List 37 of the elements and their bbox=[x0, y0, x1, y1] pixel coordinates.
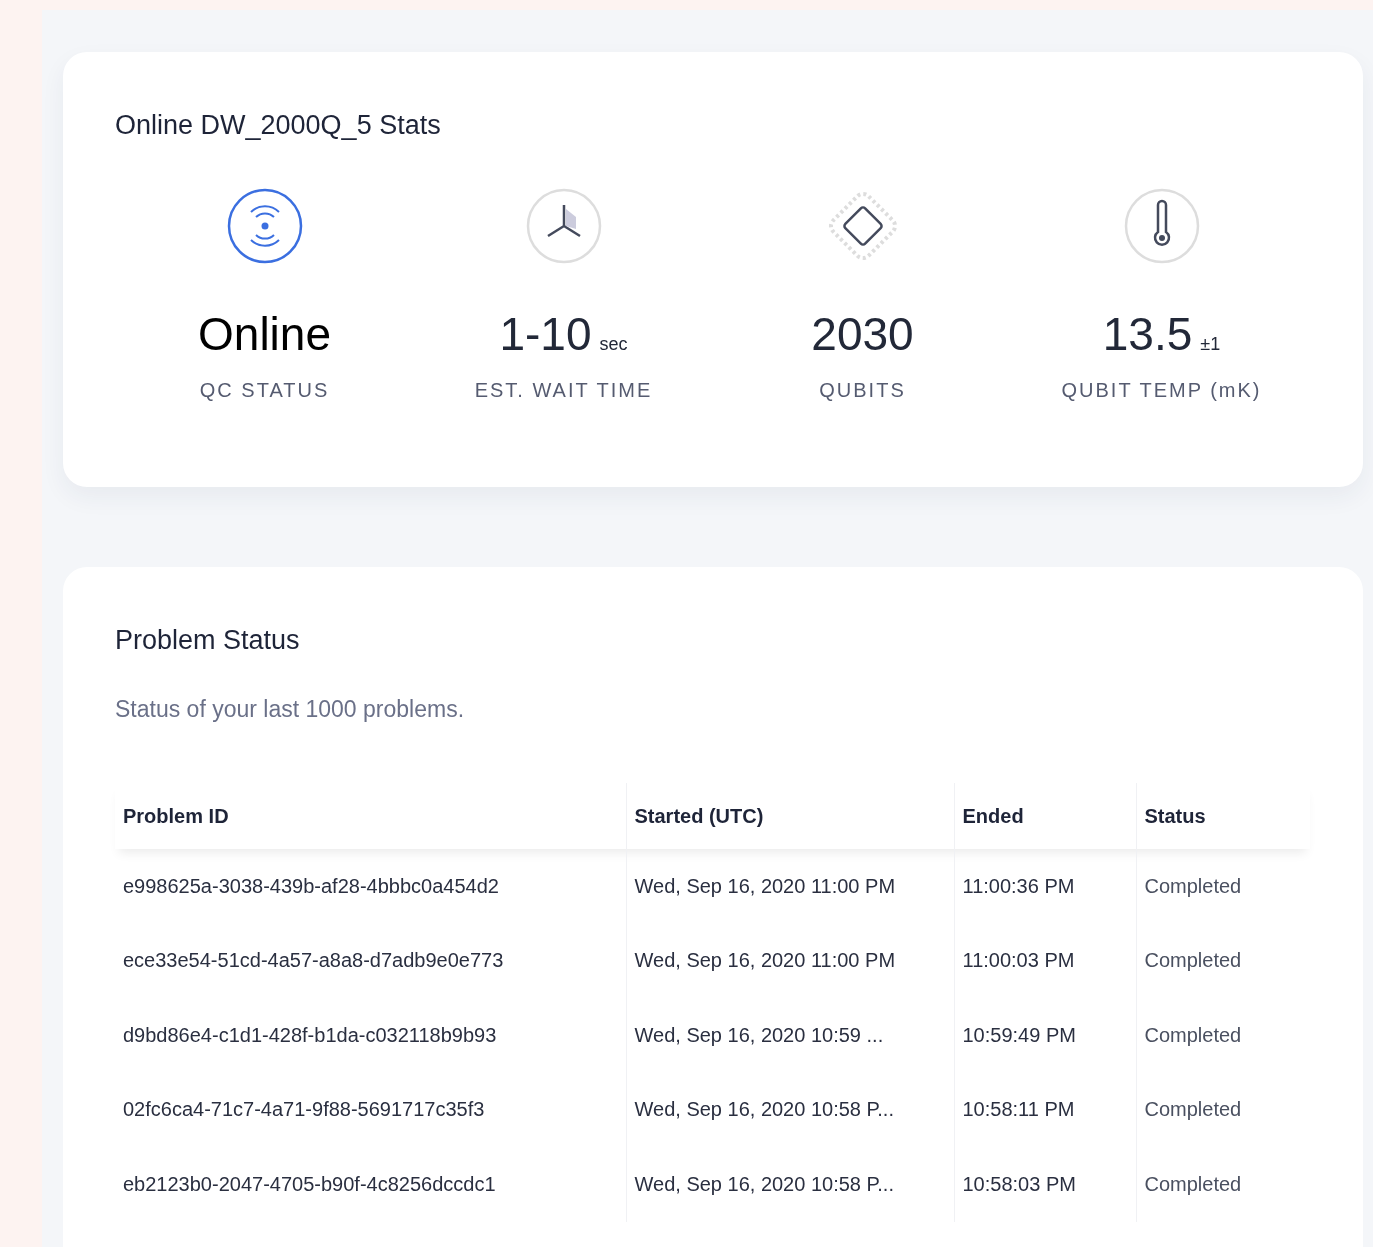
table-cell: Wed, Sep 16, 2020 10:58 P... bbox=[626, 1147, 954, 1222]
card-subtitle: Status of your last 1000 problems. bbox=[115, 696, 466, 723]
card-title: Online DW_2000Q_5 Stats bbox=[115, 110, 442, 141]
card-title: Problem Status bbox=[115, 625, 301, 656]
stat-label: QUBITS bbox=[819, 379, 906, 402]
table-cell: Completed bbox=[1136, 1072, 1310, 1147]
table-cell: Wed, Sep 16, 2020 11:00 PM bbox=[626, 849, 954, 924]
column-header[interactable]: Problem ID bbox=[115, 783, 626, 849]
table-cell: Completed bbox=[1136, 923, 1310, 998]
table-cell: Completed bbox=[1136, 1147, 1310, 1222]
stat-value: 1-10 bbox=[499, 311, 592, 357]
table-cell: 02fc6ca4-71c7-4a71-9f88-5691717c35f3 bbox=[115, 1072, 626, 1147]
stat-value: Online bbox=[198, 311, 331, 357]
table-cell: 10:58:03 PM bbox=[954, 1147, 1136, 1222]
stat-unit: sec bbox=[599, 335, 628, 353]
column-header[interactable]: Started (UTC) bbox=[626, 783, 954, 849]
column-header[interactable]: Status bbox=[1136, 783, 1310, 849]
table-cell: Completed bbox=[1136, 998, 1310, 1073]
table-cell: Wed, Sep 16, 2020 10:59 ... bbox=[626, 998, 954, 1073]
stat-unit: ±1 bbox=[1200, 335, 1221, 353]
table-cell: 10:59:49 PM bbox=[954, 998, 1136, 1073]
stat-value: 13.5 bbox=[1102, 311, 1193, 357]
table-cell: Wed, Sep 16, 2020 10:58 P... bbox=[626, 1072, 954, 1147]
stat-label: EST. WAIT TIME bbox=[474, 379, 653, 402]
table-cell: 11:00:36 PM bbox=[954, 849, 1136, 924]
stat-label: QC STATUS bbox=[199, 379, 330, 402]
table-cell: 11:00:03 PM bbox=[954, 923, 1136, 998]
table-cell: Completed bbox=[1136, 849, 1310, 924]
table-cell: d9bd86e4-c1d1-428f-b1da-c032118b9b93 bbox=[115, 998, 626, 1073]
column-header[interactable]: Ended bbox=[954, 783, 1136, 849]
table-cell: Wed, Sep 16, 2020 11:00 PM bbox=[626, 923, 954, 998]
table-cell: ece33e54-51cd-4a57-a8a8-d7adb9e0e773 bbox=[115, 923, 626, 998]
table-cell: 10:58:11 PM bbox=[954, 1072, 1136, 1147]
stat-label: QUBIT TEMP (mK) bbox=[1061, 379, 1262, 402]
table-cell: e998625a-3038-439b-af28-4bbbc0a454d2 bbox=[115, 849, 626, 924]
stat-value: 2030 bbox=[811, 311, 914, 357]
table-cell: eb2123b0-2047-4705-b90f-4c8256dccdc1 bbox=[115, 1147, 626, 1222]
